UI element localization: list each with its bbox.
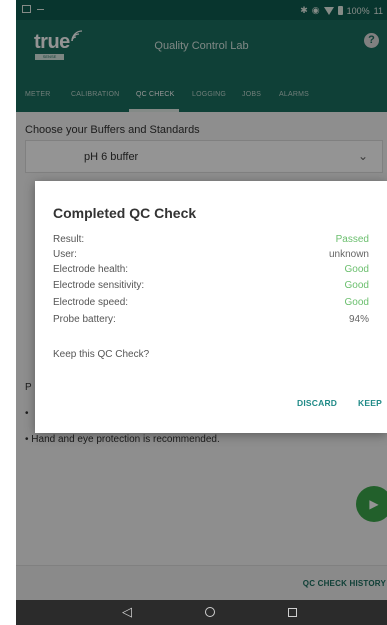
system-nav-bar: ◁ bbox=[16, 600, 387, 625]
discard-button[interactable]: DISCARD bbox=[297, 398, 337, 408]
electrode-health-label: Electrode health: bbox=[53, 264, 129, 275]
back-triangle-icon[interactable]: ◁ bbox=[122, 605, 132, 619]
electrode-sensitivity-value: Good bbox=[344, 280, 369, 291]
electrode-health-value: Good bbox=[344, 264, 369, 275]
electrode-speed-label: Electrode speed: bbox=[53, 297, 129, 308]
electrode-sensitivity-row: Electrode sensitivity: Good bbox=[53, 280, 369, 294]
electrode-sensitivity-label: Electrode sensitivity: bbox=[53, 280, 145, 291]
result-value: Passed bbox=[335, 234, 369, 245]
user-row: User: unknown bbox=[53, 249, 369, 263]
probe-battery-value: 94% bbox=[348, 314, 369, 325]
probe-battery-row: Probe battery: 94% bbox=[53, 314, 369, 328]
electrode-speed-row: Electrode speed: Good bbox=[53, 297, 369, 311]
user-label: User: bbox=[53, 249, 77, 260]
keep-question: Keep this QC Check? bbox=[53, 349, 150, 360]
keep-button[interactable]: KEEP bbox=[358, 398, 382, 408]
home-circle-icon[interactable] bbox=[205, 607, 215, 617]
electrode-speed-value: Good bbox=[344, 297, 369, 308]
result-label: Result: bbox=[53, 234, 85, 245]
recents-square-icon[interactable] bbox=[288, 608, 297, 617]
user-value: unknown bbox=[328, 249, 369, 260]
electrode-health-row: Electrode health: Good bbox=[53, 264, 369, 278]
completed-qc-dialog: Completed QC Check Result: Passed User: … bbox=[35, 181, 387, 433]
device-screen: ✱ ◉ 100% 11 true SENSE Quality Control L… bbox=[16, 0, 387, 625]
result-row: Result: Passed bbox=[53, 234, 369, 248]
probe-battery-label: Probe battery: bbox=[53, 314, 116, 325]
dialog-title: Completed QC Check bbox=[53, 205, 197, 221]
